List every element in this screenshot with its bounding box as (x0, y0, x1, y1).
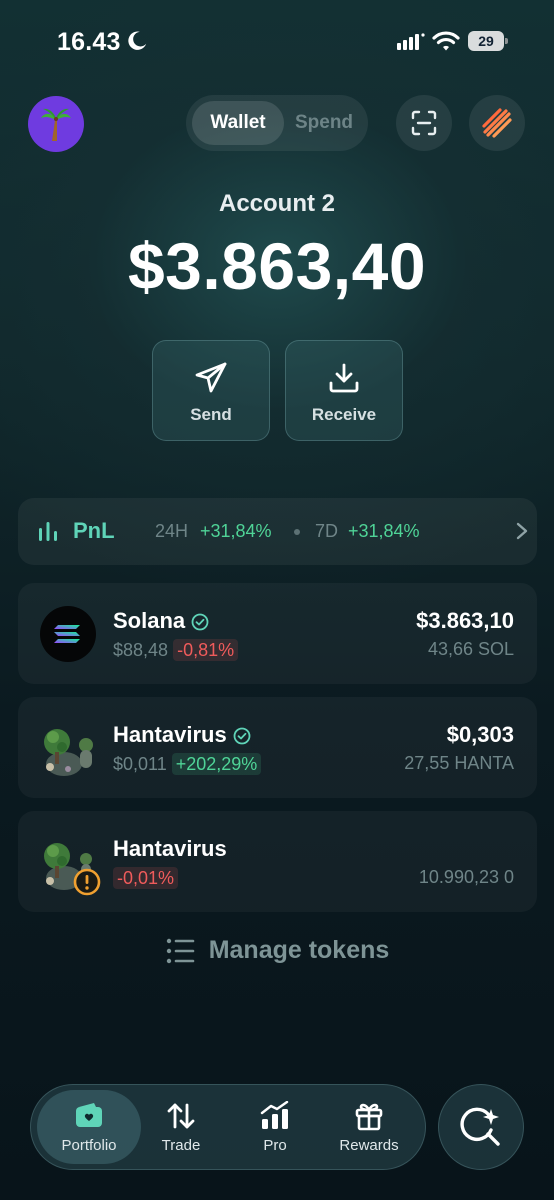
nav-item-trade[interactable]: Trade (136, 1099, 226, 1154)
token-price: $0,011 +202,29% (113, 753, 262, 775)
separator-dot (294, 529, 300, 535)
pnl-24h-value: +31,84% (200, 521, 272, 541)
manage-tokens-label: Manage tokens (208, 936, 390, 964)
nav-item-portfolio[interactable]: Portfolio (44, 1099, 134, 1154)
send-button[interactable]: Send (152, 340, 270, 441)
token-value: $3.863,10 (416, 608, 514, 633)
pnl-row[interactable]: PnL 24H +31,84% 7D +31,84% (18, 498, 537, 565)
warning-icon (73, 868, 101, 896)
token-row-hantavirus-unverified[interactable]: Hantavirus -0,01% 10.990,23 0 (18, 811, 537, 912)
receive-label: Receive (311, 405, 377, 424)
moon-icon (128, 31, 147, 50)
token-name: Hantavirus (113, 722, 251, 748)
token-change: -0,01% (113, 867, 179, 889)
chart-growth-icon (260, 1101, 289, 1129)
chevron-right-icon (516, 522, 528, 540)
token-row-solana[interactable]: Solana $88,48 -0,81% $3.863,10 43,66 SOL (18, 583, 537, 684)
pnl-24h-label: 24H (155, 521, 189, 541)
scan-icon (411, 110, 437, 136)
battery-level: 29 (468, 31, 504, 51)
manage-tokens-button[interactable]: Manage tokens (0, 936, 554, 965)
token-amount: 43,66 SOL (427, 639, 514, 659)
palm-tree-icon (41, 108, 71, 141)
battery-indicator: 29 (468, 31, 508, 51)
nav-label: Rewards (339, 1137, 399, 1154)
token-amount: 27,55 HANTA (404, 753, 514, 773)
wallet-icon (76, 1103, 102, 1127)
nav-label: Trade (161, 1137, 201, 1154)
token-value: $0,303 (446, 722, 514, 747)
receive-button[interactable]: Receive (285, 340, 403, 441)
token-change: -0,81% (173, 639, 239, 661)
pnl-7d-value: +31,84% (348, 521, 420, 541)
nav-item-rewards[interactable]: Rewards (324, 1099, 414, 1154)
list-icon (166, 938, 194, 963)
hantavirus-token-icon (40, 720, 96, 776)
cellular-signal-icon (397, 33, 425, 50)
app-logo-button[interactable] (469, 95, 525, 151)
nav-label: Portfolio (61, 1137, 117, 1154)
wallet-spend-toggle[interactable]: Wallet Spend (186, 95, 368, 151)
token-row-hantavirus[interactable]: Hantavirus $0,011 +202,29% $0,303 27,55 … (18, 697, 537, 798)
bottom-nav: Portfolio Trade Pro Rewards (30, 1084, 426, 1170)
status-time: 16.43 (57, 28, 121, 56)
verified-badge-icon (191, 613, 209, 631)
solana-token-icon (40, 606, 96, 662)
token-amount: 10.990,23 0 (418, 867, 514, 887)
tab-spend[interactable]: Spend (286, 101, 362, 145)
nav-label: Pro (263, 1137, 287, 1154)
wifi-icon (432, 31, 460, 51)
token-name: Solana (113, 608, 209, 634)
token-change: +202,29% (171, 753, 262, 775)
search-sparkle-icon (460, 1107, 500, 1146)
token-price: $88,48 -0,81% (113, 639, 239, 661)
send-label: Send (190, 405, 232, 424)
brand-logo-icon (482, 108, 512, 138)
account-balance: $3.863,40 (127, 229, 427, 303)
send-icon (195, 362, 227, 393)
token-name: Hantavirus (113, 836, 227, 861)
arrows-up-down-icon (167, 1103, 195, 1129)
pnl-title: PnL (73, 518, 115, 543)
bar-chart-icon (39, 522, 57, 541)
download-icon (329, 363, 359, 393)
nav-item-pro[interactable]: Pro (230, 1099, 320, 1154)
tab-wallet[interactable]: Wallet (192, 101, 284, 145)
scan-button[interactable] (396, 95, 452, 151)
verified-badge-icon (233, 727, 251, 745)
gift-icon (355, 1103, 383, 1131)
search-button[interactable] (438, 1084, 524, 1170)
avatar[interactable] (28, 96, 84, 152)
pnl-7d-label: 7D (315, 521, 339, 541)
token-price: -0,01% (113, 867, 179, 889)
account-name[interactable]: Account 2 (0, 190, 554, 218)
